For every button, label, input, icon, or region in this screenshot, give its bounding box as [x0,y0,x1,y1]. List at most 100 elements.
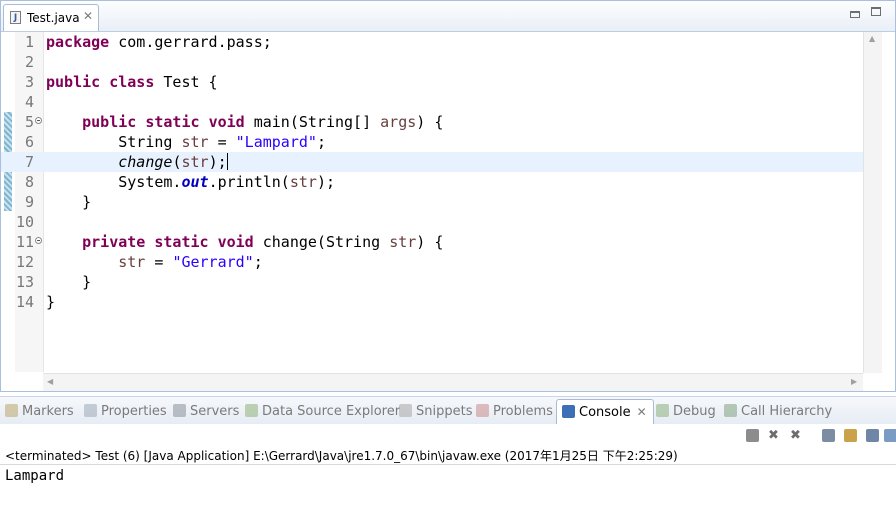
scroll-lock-icon[interactable] [844,429,857,442]
code-line[interactable]: 1 package com.gerrard.pass; [1,32,863,52]
maximize-icon[interactable] [871,7,881,16]
code-line[interactable]: 7 change(str); [1,152,863,172]
code-token: package [46,33,110,51]
data-source-icon [245,404,258,417]
tab-servers[interactable]: Servers [173,401,239,423]
view-tab-label: Data Source Explorer [262,404,401,419]
display-selected-console-icon[interactable] [884,429,896,442]
code-token: str [118,253,146,271]
console-divider [0,464,896,465]
code-token: str [181,153,209,171]
code-token: static [154,233,209,251]
view-tab-label: Problems [493,404,553,419]
code-line[interactable]: 14} [1,292,863,312]
markers-icon [5,404,18,417]
scroll-up-icon[interactable]: ▲ [869,34,875,43]
view-tab-label: Debug [673,404,716,419]
code-line[interactable]: 13 } [1,272,863,292]
fold-toggle-icon[interactable] [35,117,42,124]
code-token: class [109,73,155,91]
code-text: String str = "Lampard"; [46,132,326,152]
code-token: change(String [253,233,390,251]
code-token: public [82,113,137,131]
clear-console-icon[interactable] [822,429,835,442]
line-number: 7 [24,153,34,171]
code-token: str [289,173,317,191]
code-text: private static void change(String str) { [46,232,443,252]
line-number: 5 [24,113,34,131]
tab-call-hierarchy[interactable]: Call Hierarchy [724,401,832,423]
tab-properties[interactable]: Properties [84,401,167,423]
tab-debug[interactable]: Debug [656,401,716,423]
snippets-icon [399,404,412,417]
code-token: ; [253,253,263,271]
code-line[interactable]: 5 public static void main(String[] args)… [1,112,863,132]
properties-icon [84,404,97,417]
code-token: com.gerrard.pass; [109,33,272,51]
terminate-icon[interactable] [746,429,759,442]
code-text: str = "Gerrard"; [46,252,263,272]
code-token: void [208,113,245,131]
view-tab-label: Properties [101,404,167,419]
editor-tab-label: Test.java [27,11,80,25]
code-line[interactable]: 10 [1,212,863,232]
close-tab-icon[interactable]: ✕ [637,405,647,419]
code-line[interactable]: 8 System.out.println(str); [1,172,863,192]
code-line[interactable]: 12 str = "Gerrard"; [1,252,863,272]
code-text: } [46,272,91,292]
remove-all-terminated-icon[interactable]: ✖ [790,429,803,442]
line-number: 12 [15,253,34,271]
code-token: System. [46,173,182,191]
code-token: "Lampard" [235,133,317,151]
tab-snippets[interactable]: Snippets [399,401,472,423]
line-number: 4 [24,93,34,111]
tab-data-source-explorer[interactable]: Data Source Explorer [245,401,400,423]
console-toolbar: ✖ ✖ [0,424,896,446]
console-launch-info: <terminated> Test (6) [Java Application]… [5,449,678,463]
code-token: = [208,133,236,151]
vertical-scrollbar[interactable]: ▲ [863,32,882,373]
code-token: static [145,113,200,131]
editor-tab-test-java[interactable]: J Test.java ✕ [3,4,99,31]
code-line[interactable]: 9 } [1,192,863,212]
code-token: } [46,273,92,291]
code-line[interactable]: 4 [1,92,863,112]
editor-tab-bar: J Test.java ✕ [1,1,895,32]
fold-toggle-icon[interactable] [35,237,42,244]
view-tab-label: Call Hierarchy [741,404,833,419]
tab-problems[interactable]: Problems [476,401,553,423]
remove-launch-icon[interactable]: ✖ [768,429,781,442]
close-tab-icon[interactable]: ✕ [83,9,93,23]
code-line[interactable]: 3 public class Test { [1,72,863,92]
view-tab-label: Markers [22,404,74,419]
code-line[interactable]: 11 private static void change(String str… [1,232,863,252]
call-hierarchy-icon [724,404,737,417]
console-icon [562,405,575,418]
line-number: 13 [15,273,34,291]
code-line[interactable]: 2 [1,52,863,72]
pin-console-icon[interactable] [866,429,879,442]
line-number: 10 [15,213,34,231]
view-tab-label: Servers [190,404,240,419]
scroll-left-icon[interactable]: ◀ [47,377,53,386]
code-token: ; [316,133,326,151]
scroll-right-icon[interactable]: ▶ [851,377,857,386]
code-line[interactable]: 6 String str = "Lampard"; [1,132,863,152]
view-tab-label: Console [579,405,631,420]
tab-markers[interactable]: Markers [5,401,74,423]
servers-icon [173,404,186,417]
minimize-icon[interactable] [850,11,860,18]
code-token: void [217,233,254,251]
views-tab-bar: Markers Properties Servers Data Source Expl… [0,396,896,425]
tab-console[interactable]: Console ✕ [556,399,654,424]
code-token: ) { [416,113,444,131]
code-token: } [46,193,92,211]
code-token: ); [208,153,227,171]
problems-icon [476,404,489,417]
code-token: = [145,253,173,271]
horizontal-scrollbar[interactable]: ◀ ▶ [43,373,863,391]
code-token: String [46,133,182,151]
